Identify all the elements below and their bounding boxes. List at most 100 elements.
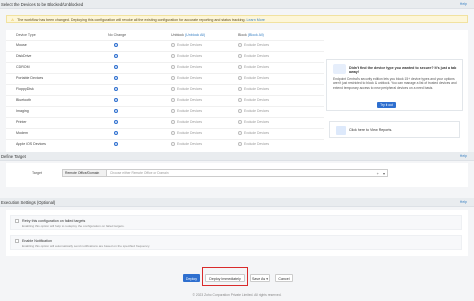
- retry-title: Retry this configuration on failed targe…: [22, 218, 86, 223]
- device-name: Imaging: [16, 109, 29, 113]
- block-radio[interactable]: [238, 109, 242, 113]
- unblock-radio[interactable]: [171, 120, 175, 124]
- warning-text: The workflow has been changed. Deploying…: [17, 18, 246, 22]
- no-change-radio[interactable]: [114, 76, 118, 80]
- device-name: Apple iOS Devices: [16, 142, 46, 146]
- table-row: CDROM Exclude Devices Exclude Devices: [6, 62, 324, 71]
- unblock-radio[interactable]: [171, 65, 175, 69]
- learn-more-link[interactable]: Learn More: [247, 18, 265, 22]
- no-change-radio[interactable]: [114, 142, 118, 146]
- block-radio[interactable]: [238, 54, 242, 58]
- view-reports-card[interactable]: Click here to View Reports.: [329, 121, 460, 138]
- block-radio[interactable]: [238, 76, 242, 80]
- col-block-label: Block: [238, 33, 247, 37]
- device-name: Bluetooth: [16, 98, 32, 102]
- save-as-button[interactable]: Save As ▾: [250, 274, 270, 282]
- target-type-dropdown[interactable]: Remote Office/Domain: [63, 170, 107, 176]
- devices-section-title: Select the Devices to be Blocked/Unblock…: [1, 2, 84, 7]
- no-change-radio[interactable]: [114, 98, 118, 102]
- unblock-radio[interactable]: [171, 131, 175, 135]
- block-exclude-label: Exclude Devices: [244, 87, 270, 91]
- block-exclude-label: Exclude Devices: [244, 43, 270, 47]
- block-radio[interactable]: [238, 87, 242, 91]
- try-it-out-button[interactable]: Try it out: [377, 102, 396, 108]
- no-change-radio[interactable]: [114, 65, 118, 69]
- device-name: FloppyDisk: [16, 87, 34, 91]
- col-no-change: No Change: [108, 33, 127, 37]
- no-change-radio[interactable]: [114, 54, 118, 58]
- unblock-radio[interactable]: [171, 109, 175, 113]
- unblock-radio[interactable]: [171, 142, 175, 146]
- block-exclude-label: Exclude Devices: [244, 131, 270, 135]
- no-change-radio[interactable]: [114, 131, 118, 135]
- block-exclude-label: Exclude Devices: [244, 142, 270, 146]
- block-radio[interactable]: [238, 142, 242, 146]
- block-all-link[interactable]: (Block All): [248, 33, 264, 37]
- infobox-title: Didn't find the device type you wanted t…: [349, 66, 457, 74]
- copyright-text: © 2023 Zoho Corporation Private Limited.…: [192, 293, 282, 297]
- unblock-radio[interactable]: [171, 98, 175, 102]
- execution-panel: Retry this configuration on failed targe…: [6, 210, 468, 256]
- infobox-body: Endpoint Central's security edition lets…: [333, 77, 457, 90]
- table-row: FloppyDisk Exclude Devices Exclude Devices: [6, 84, 324, 93]
- filter-icon[interactable]: ▾: [383, 171, 385, 176]
- unblock-exclude-label: Exclude Devices: [177, 87, 203, 91]
- col-unblock: Unblock (Unblock All): [171, 33, 205, 37]
- table-row: Apple iOS Devices Exclude Devices Exclude …: [6, 139, 324, 148]
- block-exclude-label: Exclude Devices: [244, 98, 270, 102]
- target-label: Target: [32, 171, 42, 175]
- unblock-exclude-label: Exclude Devices: [177, 76, 203, 80]
- notification-checkbox[interactable]: [15, 239, 19, 243]
- block-exclude-label: Exclude Devices: [244, 109, 270, 113]
- unblock-radio[interactable]: [171, 43, 175, 47]
- table-row: Portable Devices Exclude Devices Exclude D…: [6, 73, 324, 82]
- device-name: Portable Devices: [16, 76, 44, 80]
- no-change-radio[interactable]: [114, 120, 118, 124]
- block-exclude-label: Exclude Devices: [244, 120, 270, 124]
- retry-checkbox[interactable]: [15, 219, 19, 223]
- unblock-radio[interactable]: [171, 54, 175, 58]
- notification-option: Enable Notification Enabling this option…: [10, 235, 462, 250]
- block-exclude-label: Exclude Devices: [244, 54, 270, 58]
- execution-section-header: Execution Settings (Optional) Help: [0, 198, 474, 207]
- add-target-icon[interactable]: +: [377, 171, 379, 176]
- view-reports-link[interactable]: Click here to View Reports.: [349, 128, 392, 132]
- table-row: Mouse Exclude Devices Exclude Devices: [6, 40, 324, 49]
- block-radio[interactable]: [238, 65, 242, 69]
- no-change-radio[interactable]: [114, 43, 118, 47]
- block-radio[interactable]: [238, 98, 242, 102]
- unblock-exclude-label: Exclude Devices: [177, 120, 203, 124]
- table-row: Bluetooth Exclude Devices Exclude Devices: [6, 95, 324, 104]
- unblock-radio[interactable]: [171, 76, 175, 80]
- unblock-exclude-label: Exclude Devices: [177, 109, 203, 113]
- highlight-box: [202, 267, 248, 286]
- target-placeholder: Choose either Remote Office or Domain: [110, 171, 169, 176]
- table-row: Printer Exclude Devices Exclude Devices: [6, 117, 324, 126]
- cancel-button[interactable]: Cancel: [275, 274, 293, 282]
- target-section-title: Define Target: [1, 154, 26, 159]
- execution-help-link[interactable]: Help: [460, 200, 467, 204]
- block-radio[interactable]: [238, 120, 242, 124]
- target-help-link[interactable]: Help: [460, 154, 467, 158]
- col-device-type: Device Type: [16, 33, 36, 37]
- notification-description: Enabling this option will automatically …: [22, 244, 151, 248]
- no-change-radio[interactable]: [114, 109, 118, 113]
- table-row: Modem Exclude Devices Exclude Devices: [6, 128, 324, 137]
- unblock-radio[interactable]: [171, 87, 175, 91]
- devices-help-link[interactable]: Help: [460, 2, 467, 6]
- device-illustration-icon: [333, 64, 346, 74]
- unblock-all-link[interactable]: (Unblock All): [185, 33, 205, 37]
- unblock-exclude-label: Exclude Devices: [177, 65, 203, 69]
- deploy-button[interactable]: Deploy: [183, 274, 200, 282]
- block-radio[interactable]: [238, 43, 242, 47]
- block-exclude-label: Exclude Devices: [244, 65, 270, 69]
- notification-title: Enable Notification: [22, 238, 52, 243]
- target-panel: Target Remote Office/Domain Choose eithe…: [6, 163, 468, 187]
- retry-option: Retry this configuration on failed targe…: [10, 215, 462, 230]
- target-selector[interactable]: Remote Office/Domain Choose either Remot…: [62, 169, 388, 177]
- unblock-exclude-label: Exclude Devices: [177, 43, 203, 47]
- no-change-radio[interactable]: [114, 87, 118, 91]
- block-radio[interactable]: [238, 131, 242, 135]
- unblock-exclude-label: Exclude Devices: [177, 131, 203, 135]
- device-name: Printer: [16, 120, 27, 124]
